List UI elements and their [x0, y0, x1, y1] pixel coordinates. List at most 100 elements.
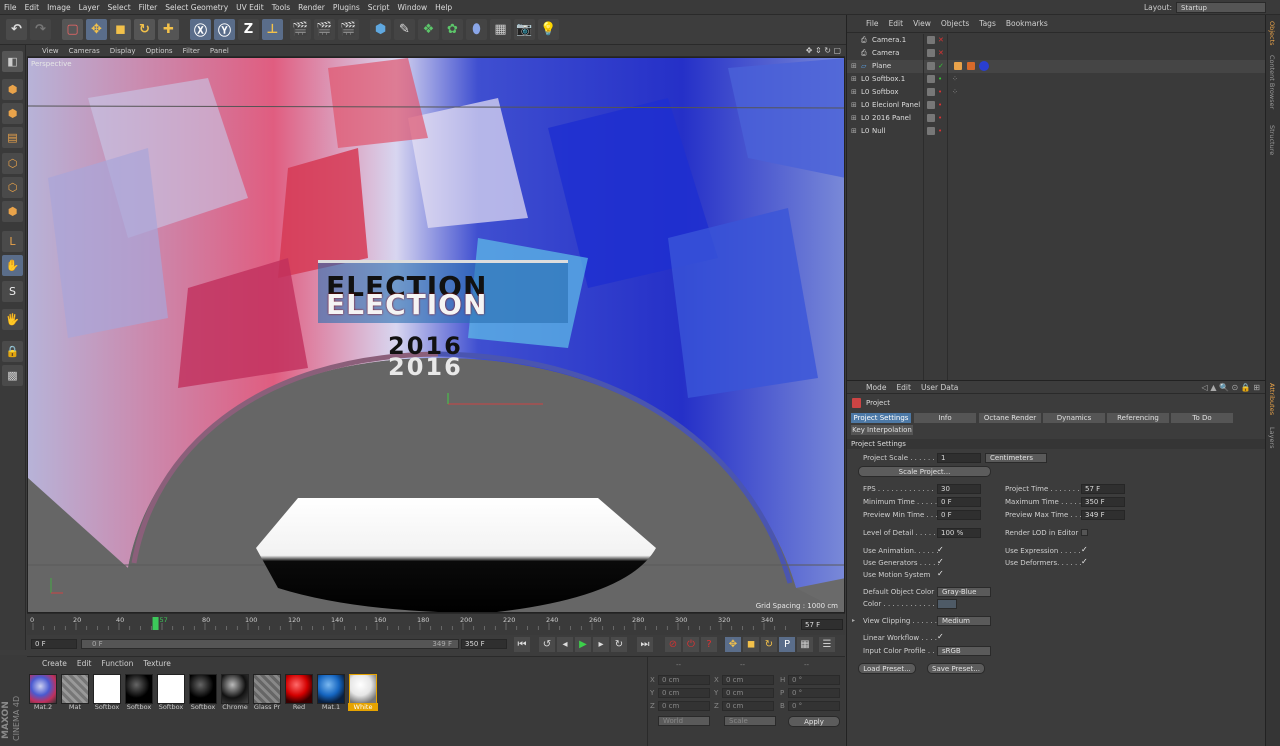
visibility-toggle-icon[interactable]: [927, 49, 935, 57]
mat-menu-texture[interactable]: Texture: [138, 657, 175, 670]
key-position-icon[interactable]: ✥: [725, 637, 741, 652]
om-menu-bookmarks[interactable]: Bookmarks: [1001, 15, 1053, 33]
tag-dots-icon[interactable]: ⁘: [952, 73, 958, 86]
menu-script[interactable]: Script: [364, 0, 394, 15]
material-swatch-red[interactable]: [285, 674, 313, 704]
object-row-election-panel[interactable]: ⊞ L0 Elecionl Panel •: [847, 99, 1266, 112]
polygons-mode-icon[interactable]: ⬢: [2, 201, 23, 222]
disabled-dot-icon[interactable]: •: [938, 86, 942, 99]
material-swatch-softbox-3[interactable]: [157, 674, 185, 704]
snap-icon[interactable]: S: [2, 281, 23, 302]
use-generators-checkbox[interactable]: ✓: [937, 557, 944, 566]
object-row-camera1[interactable]: ⎙ Camera.1 ✕: [847, 34, 1266, 47]
visibility-toggle-icon[interactable]: [927, 36, 935, 44]
fps-field[interactable]: 30: [937, 484, 981, 494]
expand-icon[interactable]: ⊞: [851, 60, 857, 73]
material-swatch-softbox-1[interactable]: [93, 674, 121, 704]
redo-icon[interactable]: ↷: [30, 19, 51, 40]
scale-project-button[interactable]: Scale Project...: [858, 466, 991, 477]
use-deformers-checkbox[interactable]: ✓: [1081, 557, 1088, 566]
record-keys-icon[interactable]: ⊘: [665, 637, 681, 652]
disabled-state-icon[interactable]: ✕: [938, 47, 944, 60]
render-picture-viewer-icon[interactable]: 🎬: [314, 19, 335, 40]
expand-icon[interactable]: ⊞: [851, 125, 857, 138]
key-rotation-icon[interactable]: ↻: [761, 637, 777, 652]
end-frame-field[interactable]: 350 F: [461, 639, 507, 649]
start-frame-field[interactable]: 0 F: [31, 639, 77, 649]
view-clipping-arrow-icon[interactable]: ▸: [852, 617, 855, 624]
om-menu-tags[interactable]: Tags: [974, 15, 1001, 33]
render-view-icon[interactable]: 🎬: [290, 19, 311, 40]
minimum-time-field[interactable]: 0 F: [937, 497, 981, 507]
prev-key-icon[interactable]: ↺: [539, 637, 555, 652]
side-tab-content-browser[interactable]: Content Browser: [1268, 55, 1276, 109]
layout-dropdown[interactable]: Startup: [1176, 2, 1266, 13]
workplane-icon[interactable]: ▤: [2, 127, 23, 148]
render-lod-checkbox[interactable]: [1081, 529, 1088, 536]
expand-icon[interactable]: ⊞: [851, 112, 857, 125]
coord-rotation-field[interactable]: 0 °: [788, 688, 840, 698]
disabled-dot-icon[interactable]: •: [938, 112, 942, 125]
menu-image[interactable]: Image: [43, 0, 75, 15]
next-key-icon[interactable]: ↻: [611, 637, 627, 652]
enabled-check-icon[interactable]: ✓: [938, 60, 944, 73]
am-menu-user-data[interactable]: User Data: [916, 381, 963, 394]
input-color-profile-dropdown[interactable]: sRGB: [937, 646, 991, 656]
visibility-toggle-icon[interactable]: [927, 127, 935, 135]
timeline-range-slider[interactable]: 0 F 349 F: [81, 639, 459, 649]
move-icon[interactable]: ✥: [86, 19, 107, 40]
load-preset-button[interactable]: Load Preset...: [858, 663, 916, 674]
use-animation-checkbox[interactable]: ✓: [937, 545, 944, 554]
material-swatch-mat[interactable]: [61, 674, 89, 704]
menu-filter[interactable]: Filter: [135, 0, 162, 15]
linear-workflow-checkbox[interactable]: ✓: [937, 632, 944, 641]
goto-end-icon[interactable]: ⏭: [637, 637, 653, 652]
menu-layer[interactable]: Layer: [75, 0, 104, 15]
am-nav-icons[interactable]: ◁ ▲ 🔍 ⊙ 🔒 ⊞: [1202, 381, 1260, 394]
key-param-icon[interactable]: P: [779, 637, 795, 652]
material-swatch-white[interactable]: [349, 674, 377, 704]
camera-icon[interactable]: 📷: [514, 19, 535, 40]
viewport-nav-icons[interactable]: ✥ ⇕ ↻ ▢: [806, 45, 841, 57]
enable-axis-icon[interactable]: L: [2, 231, 23, 252]
coordinate-system-icon[interactable]: ⊥: [262, 19, 283, 40]
object-row-softbox1[interactable]: ⊞ L0 Softbox.1 • ⁘: [847, 73, 1266, 86]
coord-size-field[interactable]: 0 cm: [722, 701, 774, 711]
object-row-softbox[interactable]: ⊞ L0 Softbox • ⁘: [847, 86, 1266, 99]
undo-icon[interactable]: ↶: [6, 19, 27, 40]
texture-mode-icon[interactable]: ⬢: [2, 103, 23, 124]
live-selection-icon[interactable]: ▢: [62, 19, 83, 40]
vp-menu-filter[interactable]: Filter: [178, 45, 205, 57]
material-swatch-glass[interactable]: [253, 674, 281, 704]
edges-mode-icon[interactable]: ⬡: [2, 177, 23, 198]
coord-rotation-field[interactable]: 0 °: [788, 701, 840, 711]
menu-render[interactable]: Render: [294, 0, 329, 15]
project-scale-unit-dropdown[interactable]: Centimeters: [985, 453, 1047, 463]
om-menu-objects[interactable]: Objects: [936, 15, 974, 33]
disabled-state-icon[interactable]: ✕: [938, 34, 944, 47]
scale-icon[interactable]: ◼: [110, 19, 131, 40]
tab-octane-render[interactable]: Octane Render: [979, 413, 1041, 423]
viewport-3d[interactable]: Perspective ELECTION ELECTION 2016 2016 …: [27, 57, 845, 613]
tab-key-interpolation[interactable]: Key Interpolation: [851, 425, 913, 435]
material-swatch-chrome[interactable]: [221, 674, 249, 704]
expand-icon[interactable]: ⊞: [851, 99, 857, 112]
points-mode-icon[interactable]: ⬡: [2, 153, 23, 174]
om-menu-view[interactable]: View: [908, 15, 936, 33]
preview-max-field[interactable]: 349 F: [1081, 510, 1125, 520]
key-pla-icon[interactable]: ▦: [797, 637, 813, 652]
tab-referencing[interactable]: Referencing: [1107, 413, 1169, 423]
save-preset-button[interactable]: Save Preset...: [927, 663, 985, 674]
tab-to-do[interactable]: To Do: [1171, 413, 1233, 423]
magnet-icon[interactable]: 🖐: [2, 309, 23, 330]
z-axis-icon[interactable]: Z: [238, 19, 259, 40]
coord-scale-dropdown[interactable]: Scale: [724, 716, 776, 726]
menu-select[interactable]: Select: [104, 0, 135, 15]
vp-menu-display[interactable]: Display: [105, 45, 141, 57]
deformer-icon[interactable]: ⬮: [466, 19, 487, 40]
vp-menu-view[interactable]: View: [37, 45, 64, 57]
light-icon[interactable]: 💡: [538, 19, 559, 40]
goto-start-icon[interactable]: ⏮: [514, 637, 530, 652]
side-tab-layers[interactable]: Layers: [1268, 427, 1276, 449]
play-icon[interactable]: ▶: [575, 637, 591, 652]
